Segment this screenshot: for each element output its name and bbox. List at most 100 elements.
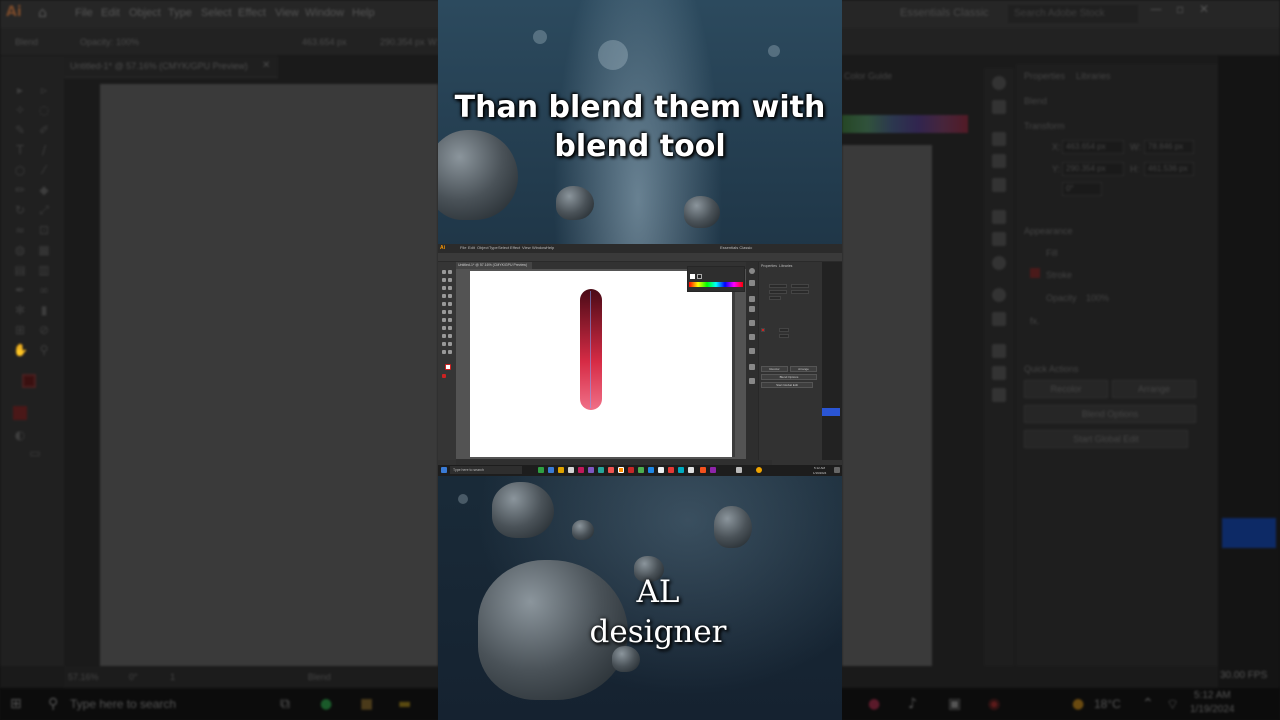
bg-direct-select-icon: ▹ bbox=[40, 83, 48, 97]
bg-color-spectrum bbox=[842, 115, 968, 133]
inset-color-spectrum bbox=[689, 282, 743, 287]
bg-canvas-right bbox=[842, 145, 932, 666]
bg-h-label: H: bbox=[1130, 164, 1139, 174]
inset-panel-icon-strip bbox=[746, 262, 758, 460]
bg-menu-window: Window bbox=[305, 7, 345, 19]
inset-tab-properties: Properties bbox=[761, 264, 777, 268]
blend-object bbox=[580, 289, 602, 410]
bg-rotate-icon: ↻ bbox=[14, 203, 26, 217]
bg-symbol-icon: ✻ bbox=[14, 303, 26, 317]
inset-tool-icon bbox=[442, 286, 446, 290]
inset-app-icon bbox=[710, 467, 716, 473]
inset-tool-icon bbox=[442, 342, 446, 346]
inset-tool-icon bbox=[448, 286, 452, 290]
inset-document-tab: Untitled-1* @ 57.16% (CMYK/GPU Preview) bbox=[456, 262, 532, 269]
bg-quick-actions-title: Quick Actions bbox=[1024, 364, 1079, 374]
bg-canvas-left bbox=[100, 84, 438, 666]
bg-object-type: Blend bbox=[1024, 96, 1048, 106]
bg-panel-icon-12 bbox=[992, 366, 1006, 380]
bg-properties-panel: Properties Libraries Blend Transform X: … bbox=[1016, 64, 1218, 666]
asteroid-rock bbox=[572, 520, 594, 540]
bg-mode-label: Blend bbox=[15, 37, 39, 47]
bg-rotate-value: 0° bbox=[129, 672, 138, 682]
inset-app-icon bbox=[598, 467, 604, 473]
bg-magic-wand-icon: ✧ bbox=[14, 103, 26, 117]
inset-fill-stroke-icon bbox=[445, 364, 451, 370]
blend-spine-line bbox=[590, 291, 591, 408]
bg-panel-icon-10 bbox=[992, 312, 1006, 326]
bg-panel-icon-2 bbox=[992, 100, 1006, 114]
inset-app-icon bbox=[700, 467, 706, 473]
bg-mesh-icon: ▤ bbox=[14, 263, 26, 277]
light-particle bbox=[533, 30, 547, 44]
home-icon: ⌂ bbox=[38, 5, 47, 21]
inset-scrollbar bbox=[732, 271, 735, 457]
inset-selected-layer-highlight bbox=[822, 408, 840, 416]
bg-x-field: 463.654 px bbox=[1062, 140, 1124, 154]
bg-color-guide-tab: Color Guide bbox=[844, 71, 893, 81]
bg-type-icon: T bbox=[16, 143, 24, 157]
bg-doc-close-icon: ✕ bbox=[262, 60, 271, 71]
bg-perspective-icon: ▦ bbox=[38, 243, 50, 257]
bg-far-right-panel bbox=[1218, 56, 1280, 688]
weather-icon: ● bbox=[1072, 696, 1085, 712]
file-explorer-icon: ▬ bbox=[398, 696, 412, 712]
inset-app-icon bbox=[628, 467, 634, 473]
bg-graph-icon: ▮ bbox=[40, 303, 48, 317]
inset-app-icon bbox=[558, 467, 564, 473]
bg-menu-type: Type bbox=[168, 7, 192, 19]
bg-fps-readout: 30.00 FPS bbox=[1220, 670, 1268, 681]
bg-menu-effect: Effect bbox=[238, 7, 266, 19]
inset-tool-icon bbox=[448, 326, 452, 330]
inset-stroke-field bbox=[779, 328, 789, 332]
bg-menu-object: Object bbox=[129, 7, 161, 19]
inset-tool-icon bbox=[448, 318, 452, 322]
bg-zoom-value: 57.16% bbox=[68, 672, 99, 682]
bg-menu-help: Help bbox=[352, 7, 375, 19]
pinterest-icon: ● bbox=[868, 696, 881, 712]
bg-opacity-label-p: Opacity bbox=[1046, 293, 1077, 303]
inset-panel-icon bbox=[749, 378, 755, 384]
inset-tool-icon bbox=[442, 270, 446, 274]
inset-color-panel bbox=[687, 266, 745, 292]
caption-top: Than blend them with blend tool bbox=[454, 90, 826, 164]
bg-y-label: Y: bbox=[1052, 164, 1061, 174]
bg-color-mode-icon bbox=[13, 406, 27, 420]
bg-stroke-swatch bbox=[1030, 268, 1040, 278]
inset-tool-icon bbox=[448, 310, 452, 314]
inset-app-icon bbox=[736, 467, 742, 473]
inset-illustrator-screenshot: Ai File Edit Object Type Select Effect V… bbox=[438, 244, 842, 476]
inset-menu-view: View bbox=[522, 245, 531, 250]
bg-transform-title: Transform bbox=[1024, 121, 1065, 131]
bg-blend-tool-icon: ∞ bbox=[39, 283, 49, 297]
bg-curvature-icon: ✐ bbox=[38, 123, 50, 137]
bg-ellipse-icon: ○ bbox=[14, 163, 26, 177]
bg-lasso-icon: ◌ bbox=[38, 103, 50, 117]
light-particle bbox=[598, 40, 628, 70]
bg-opacity-label: Opacity: bbox=[80, 37, 114, 47]
bg-status-bar: 57.16% 0° 1 Blend bbox=[64, 666, 438, 688]
bg-w-label-p: W: bbox=[1130, 142, 1141, 152]
minimize-icon: — bbox=[1150, 2, 1162, 16]
bg-menu-view: View bbox=[275, 7, 299, 19]
bg-panel-icon-11 bbox=[992, 344, 1006, 358]
tray-chevron-icon: ⌃ bbox=[1142, 696, 1154, 712]
bg-slice-icon: ⊘ bbox=[38, 323, 50, 337]
bg-panel-icon-7 bbox=[992, 232, 1006, 246]
inset-app-icon bbox=[688, 467, 694, 473]
bg-artboard-icon: ⊞ bbox=[14, 323, 26, 337]
bg-panel-icon-8 bbox=[992, 256, 1006, 270]
bg-document-tab: Untitled-1* @ 57.16% (CMYK/GPU Preview) bbox=[64, 56, 278, 78]
bg-draw-mode-icon: ◐ bbox=[14, 428, 26, 442]
inset-workspace: Essentials Classic bbox=[720, 245, 753, 250]
inset-weather-icon bbox=[756, 467, 762, 473]
inset-app-icon bbox=[638, 467, 644, 473]
inset-tool-icon bbox=[448, 350, 452, 354]
inset-app-icon bbox=[648, 467, 654, 473]
inset-y-field bbox=[769, 290, 787, 294]
bg-line-icon: / bbox=[41, 143, 47, 157]
inset-tool-icon bbox=[442, 318, 446, 322]
bg-panel-icon-1 bbox=[992, 76, 1006, 90]
bg-clock-time: 5:12 AM bbox=[1194, 690, 1231, 701]
inset-clock-date: 1/19/2024 bbox=[813, 471, 827, 475]
